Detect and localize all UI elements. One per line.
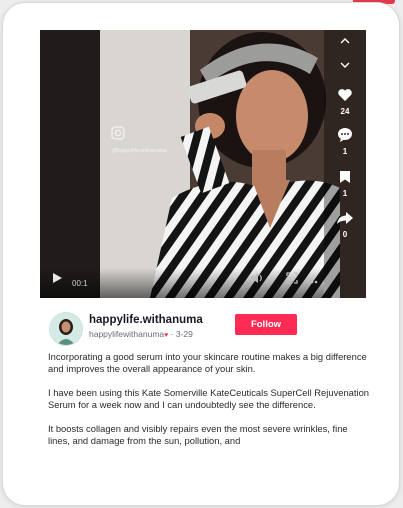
- player-controls: 00:1: [40, 268, 324, 298]
- next-video-button[interactable]: [324, 56, 366, 74]
- share-arrow-icon: [337, 212, 353, 224]
- play-button[interactable]: [52, 271, 63, 289]
- save-button[interactable]: 1: [324, 170, 366, 198]
- comment-button[interactable]: 1: [324, 127, 366, 156]
- save-count: 1: [342, 189, 348, 198]
- embed-card: @happylife.withanuma 24 1 1 0 00:1 happy…: [3, 3, 399, 505]
- play-icon: [53, 273, 62, 283]
- prev-video-button[interactable]: [324, 32, 366, 50]
- chevron-up-icon: [340, 38, 350, 44]
- avatar[interactable]: [49, 312, 83, 346]
- fullscreen-icon: [286, 272, 298, 284]
- author-handle[interactable]: happylifewithanuma: [89, 329, 164, 339]
- volume-icon: [251, 273, 262, 283]
- comment-icon: [338, 128, 352, 142]
- like-count: 24: [340, 107, 350, 116]
- post-caption: Incorporating a good serum into your ski…: [48, 351, 370, 460]
- chevron-down-icon: [340, 62, 350, 68]
- playback-time: 00:1: [72, 279, 88, 288]
- follow-button[interactable]: Follow: [235, 314, 297, 335]
- comment-count: 1: [342, 147, 348, 156]
- volume-button[interactable]: [250, 271, 264, 289]
- creator-mark-icon: ♥: [164, 332, 169, 339]
- post-date: 3-29: [175, 329, 193, 339]
- video-frame: [40, 30, 366, 298]
- more-dots-icon: [306, 280, 318, 284]
- share-count: 0: [342, 230, 348, 239]
- video-watermark-handle: @happylife.withanuma: [112, 148, 167, 154]
- video-player[interactable]: @happylife.withanuma 24 1 1 0 00:1: [40, 30, 366, 298]
- share-button[interactable]: 0: [324, 211, 366, 239]
- caption-paragraph: It boosts collagen and visibly repairs e…: [48, 423, 348, 447]
- fullscreen-button[interactable]: [286, 271, 298, 289]
- caption-paragraph: Incorporating a good serum into your ski…: [48, 351, 367, 375]
- caption-paragraph: I have been using this Kate Somerville K…: [48, 387, 370, 411]
- more-options-button[interactable]: [306, 271, 318, 289]
- author-display-name[interactable]: happylife.withanuma: [89, 314, 203, 326]
- like-button[interactable]: 24: [324, 88, 366, 116]
- author-subline: happylifewithanuma♥ · 3-29: [89, 329, 193, 339]
- heart-icon: [338, 89, 352, 101]
- bookmark-icon: [340, 171, 350, 183]
- action-rail: 24 1 1 0: [324, 30, 366, 298]
- avatar-image: [50, 313, 82, 345]
